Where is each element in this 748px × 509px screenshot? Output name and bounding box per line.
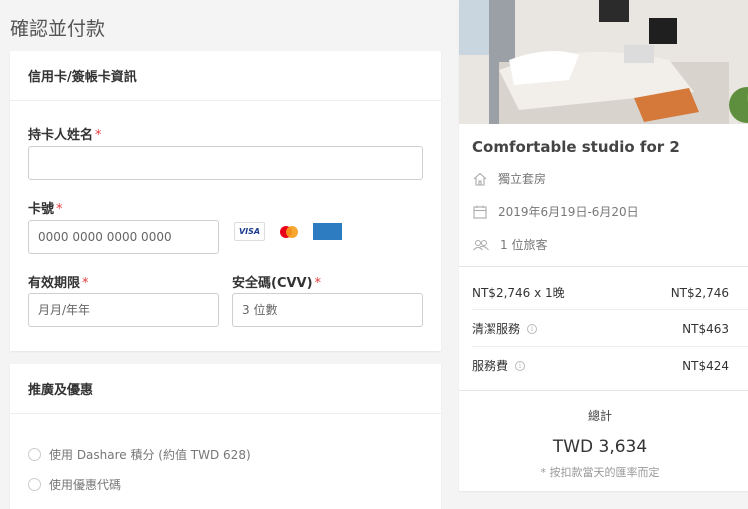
accepted-cards: VISA bbox=[234, 222, 343, 241]
card-number-input[interactable] bbox=[28, 220, 219, 254]
mastercard-icon bbox=[273, 222, 304, 241]
calendar-icon bbox=[473, 205, 487, 219]
expiry-label: 有效期限 * bbox=[28, 276, 89, 291]
points-radio[interactable] bbox=[28, 448, 41, 461]
info-icon[interactable]: i bbox=[515, 360, 526, 371]
card-number-label: 卡號 * bbox=[28, 202, 63, 217]
payment-section-title: 信用卡/簽帳卡資訊 bbox=[10, 51, 441, 101]
price-line-nights: NT$2,746 x 1晚 NT$2,746 bbox=[472, 285, 729, 301]
guests-icon bbox=[473, 239, 489, 250]
home-icon bbox=[473, 172, 487, 186]
promo-card: 推廣及優惠 使用 Dashare 積分 (約值 TWD 628) 使用優惠代碼 bbox=[10, 364, 441, 509]
points-option[interactable]: 使用 Dashare 積分 (約值 TWD 628) bbox=[28, 446, 251, 463]
room-type-row: 獨立套房 bbox=[472, 170, 546, 187]
price-line-cleaning: 清潔服務 i NT$463 bbox=[472, 321, 729, 337]
visa-icon: VISA bbox=[234, 222, 265, 241]
booking-summary: Comfortable studio for 2 獨立套房 2019年6月19日… bbox=[459, 0, 748, 491]
page-title: 確認並付款 bbox=[10, 18, 106, 40]
cvv-label: 安全碼(CVV) * bbox=[232, 276, 322, 291]
cardholder-name-input[interactable] bbox=[28, 146, 423, 180]
promo-section-title: 推廣及優惠 bbox=[10, 364, 441, 414]
cardholder-name-label: 持卡人姓名 * bbox=[28, 128, 102, 143]
total-value: TWD 3,634 bbox=[552, 437, 648, 457]
amex-icon bbox=[312, 222, 343, 241]
divider bbox=[472, 346, 748, 347]
divider bbox=[459, 390, 748, 391]
info-icon[interactable]: i bbox=[527, 323, 538, 334]
dates-row: 2019年6月19日-6月20日 bbox=[472, 203, 639, 220]
divider bbox=[459, 266, 748, 267]
total-label: 總計 bbox=[587, 409, 612, 423]
listing-title: Comfortable studio for 2 bbox=[472, 138, 680, 156]
price-line-service: 服務費 i NT$424 bbox=[472, 358, 729, 374]
divider bbox=[472, 309, 748, 310]
exchange-rate-note: * 按扣款當天的匯率而定 bbox=[540, 466, 660, 479]
guests-row: 1 位旅客 bbox=[472, 236, 547, 253]
payment-card: 信用卡/簽帳卡資訊 持卡人姓名* 卡號* VISA 有效期限* 安全碼(CVV)… bbox=[10, 51, 441, 351]
promo-code-option[interactable]: 使用優惠代碼 bbox=[28, 476, 121, 493]
promo-code-radio[interactable] bbox=[28, 478, 41, 491]
expiry-input[interactable] bbox=[28, 293, 219, 327]
cvv-input[interactable] bbox=[232, 293, 423, 327]
listing-photo bbox=[459, 0, 748, 124]
